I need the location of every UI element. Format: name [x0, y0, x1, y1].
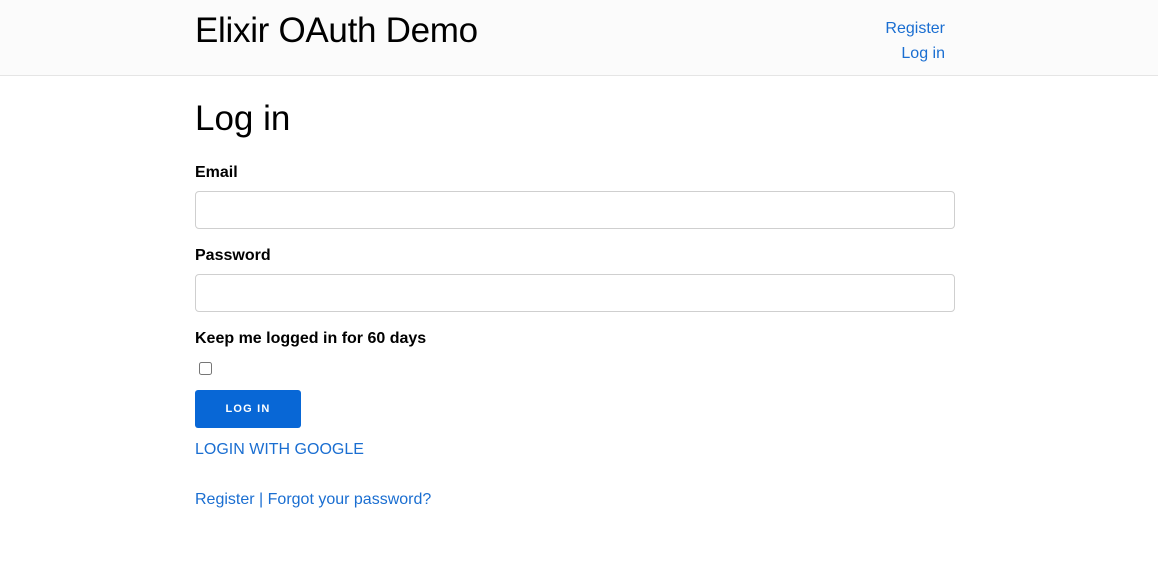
footer-register-link[interactable]: Register [195, 491, 255, 508]
login-with-google-link[interactable]: LOGIN WITH GOOGLE [195, 440, 364, 460]
forgot-password-link[interactable]: Forgot your password? [268, 491, 432, 508]
link-separator: | [259, 491, 264, 508]
page-title: Log in [195, 99, 291, 138]
top-nav-links: Register Log in [885, 16, 945, 66]
app-brand-title: Elixir OAuth Demo [195, 11, 478, 50]
remember-me-checkbox[interactable] [199, 362, 212, 375]
footer-links: Register | Forgot your password? [195, 490, 431, 510]
nav-register-link[interactable]: Register [885, 16, 945, 41]
password-field[interactable] [195, 274, 955, 312]
email-field[interactable] [195, 191, 955, 229]
nav-login-link[interactable]: Log in [885, 41, 945, 66]
login-button[interactable]: LOG IN [195, 390, 301, 428]
password-label: Password [195, 247, 271, 264]
top-navbar: Elixir OAuth Demo Register Log in [0, 0, 1158, 76]
remember-me-label: Keep me logged in for 60 days [195, 330, 427, 347]
email-label: Email [195, 164, 238, 181]
